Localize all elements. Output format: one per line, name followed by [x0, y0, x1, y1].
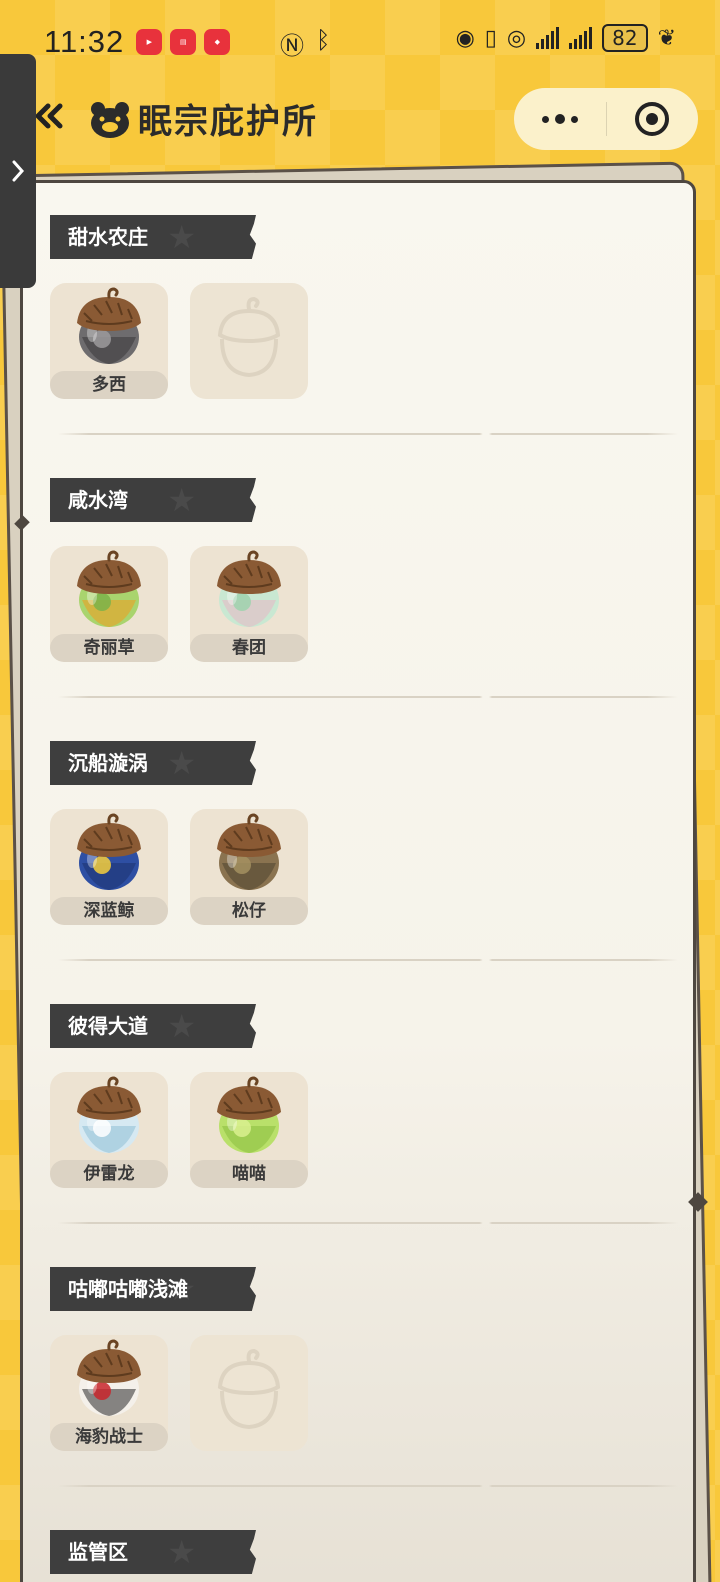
mini-program-capsule	[514, 88, 698, 150]
zone-section: ★ 甜水农庄 多西	[50, 215, 690, 435]
acorn-capsule-icon	[217, 813, 281, 890]
xiaohongshu-icon: ◆	[204, 29, 231, 55]
empty-acorn-slot-icon	[217, 296, 281, 378]
close-miniprogram-button[interactable]	[607, 88, 699, 150]
bluetooth-icon: ᛒ	[316, 26, 331, 54]
capsule-grid: 海豹战士	[50, 1335, 690, 1451]
more-button[interactable]	[514, 88, 606, 150]
signal-icon-2	[569, 27, 593, 49]
zone-title: 甜水农庄	[68, 225, 148, 249]
zone-section: ★ 沉船漩涡 深蓝鲸 松仔	[50, 741, 690, 961]
status-right-icons: ◉ ▯ ◎ 82 ❦	[456, 24, 676, 52]
zone-title: 彼得大道	[68, 1014, 148, 1038]
page-title: 眠宗庇护所	[138, 102, 318, 142]
zone-label: ★ 彼得大道	[50, 1004, 256, 1048]
status-bar: 11:32 ▶ ▤ ◆ Ⓝ ᛒ ◉ ▯ ◎ 82 ❦	[0, 0, 720, 84]
zone-title: 咕嘟咕嘟浅滩	[68, 1277, 188, 1301]
more-dots-icon	[541, 114, 578, 124]
huawei-video-icon: ▶	[136, 29, 163, 55]
capsule-grid: 多西	[50, 283, 690, 399]
acorn-capsule-icon	[77, 550, 141, 627]
capsule-card[interactable]: 伊雷龙	[50, 1072, 168, 1188]
status-time: 11:32	[44, 24, 125, 59]
capsule-grid: 伊雷龙 喵喵	[50, 1072, 690, 1188]
capsule-card[interactable]: 海豹战士	[50, 1335, 168, 1451]
star-decoration-icon: ★	[167, 481, 196, 519]
chevron-right-icon	[12, 160, 25, 182]
capsule-grid: 深蓝鲸 松仔	[50, 809, 690, 925]
empty-acorn-slot-icon	[217, 1348, 281, 1430]
capsule-name: 伊雷龙	[50, 1160, 168, 1188]
star-decoration-icon: ★	[167, 744, 196, 782]
acorn-capsule-icon	[77, 1076, 141, 1153]
leaf-icon: ❦	[657, 25, 676, 51]
zone-section: ★ 咸水湾 奇丽草 春团	[50, 478, 690, 698]
section-divider	[58, 1485, 678, 1487]
section-divider	[58, 696, 678, 698]
nav-title-group: 眠宗庇护所	[88, 94, 318, 143]
zone-title: 监管区	[68, 1540, 128, 1564]
capsule-name: 深蓝鲸	[50, 897, 168, 925]
capsule-name: 奇丽草	[50, 634, 168, 662]
star-decoration-icon: ★	[167, 1007, 196, 1045]
zone-label: ★ 甜水农庄	[50, 215, 256, 259]
collection-paper: ★ 甜水农庄 多西 ★ 咸水湾 奇丽草 春团 ★ 沉船漩涡 深蓝鲸 松仔 ★ 彼…	[14, 180, 708, 1582]
section-divider	[58, 433, 678, 435]
hotspot-icon: ◎	[506, 25, 527, 51]
zone-label: ★ 监管区	[50, 1530, 256, 1574]
notification-icons: ▶ ▤ ◆	[136, 29, 231, 55]
capsule-card[interactable]: 多西	[50, 283, 168, 399]
capsule-name: 喵喵	[190, 1160, 308, 1188]
capsule-card[interactable]: 松仔	[190, 809, 308, 925]
capsule-name: 海豹战士	[50, 1423, 168, 1451]
acorn-capsule-icon	[77, 813, 141, 890]
capsule-card[interactable]: 深蓝鲸	[50, 809, 168, 925]
zone-label: ★ 咸水湾	[50, 478, 256, 522]
vibrate-icon: ▯	[484, 25, 497, 51]
battery-icon: 82	[602, 24, 648, 52]
book-icon: ▤	[170, 29, 197, 55]
nav-bar: 眠宗庇护所	[0, 86, 720, 152]
zone-title: 咸水湾	[68, 488, 128, 512]
nfc-icon: Ⓝ	[280, 32, 304, 60]
zone-section: ★ 彼得大道 伊雷龙 喵喵	[50, 1004, 690, 1224]
bear-logo-icon	[91, 101, 129, 138]
star-decoration-icon: ★	[167, 1533, 196, 1571]
capsule-grid: 奇丽草 春团	[50, 546, 690, 662]
side-drawer-tab[interactable]	[0, 54, 36, 288]
section-divider	[58, 1222, 678, 1224]
acorn-capsule-icon	[77, 1339, 141, 1416]
capsule-name: 春团	[190, 634, 308, 662]
capsule-name: 松仔	[190, 897, 308, 925]
camera-icon: ◉	[455, 25, 475, 51]
capsule-card[interactable]: 奇丽草	[50, 546, 168, 662]
empty-capsule-slot	[190, 283, 308, 399]
zone-title: 沉船漩涡	[68, 751, 148, 775]
zone-section: ★ 监管区	[50, 1530, 690, 1574]
acorn-capsule-icon	[217, 550, 281, 627]
empty-capsule-slot	[190, 1335, 308, 1451]
star-decoration-icon: ★	[167, 218, 196, 256]
capsule-name: 多西	[50, 371, 168, 399]
capsule-card[interactable]: 喵喵	[190, 1072, 308, 1188]
section-divider	[58, 959, 678, 961]
acorn-capsule-icon	[217, 1076, 281, 1153]
zone-label: ★ 沉船漩涡	[50, 741, 256, 785]
target-icon	[635, 102, 670, 136]
signal-icon	[536, 27, 560, 49]
acorn-capsule-icon	[77, 287, 141, 364]
zone-label: ★ 咕嘟咕嘟浅滩	[50, 1267, 256, 1311]
zone-section: ★ 咕嘟咕嘟浅滩 海豹战士	[50, 1267, 690, 1487]
capsule-card[interactable]: 春团	[190, 546, 308, 662]
status-mid-icons: Ⓝ ᛒ	[280, 26, 330, 61]
